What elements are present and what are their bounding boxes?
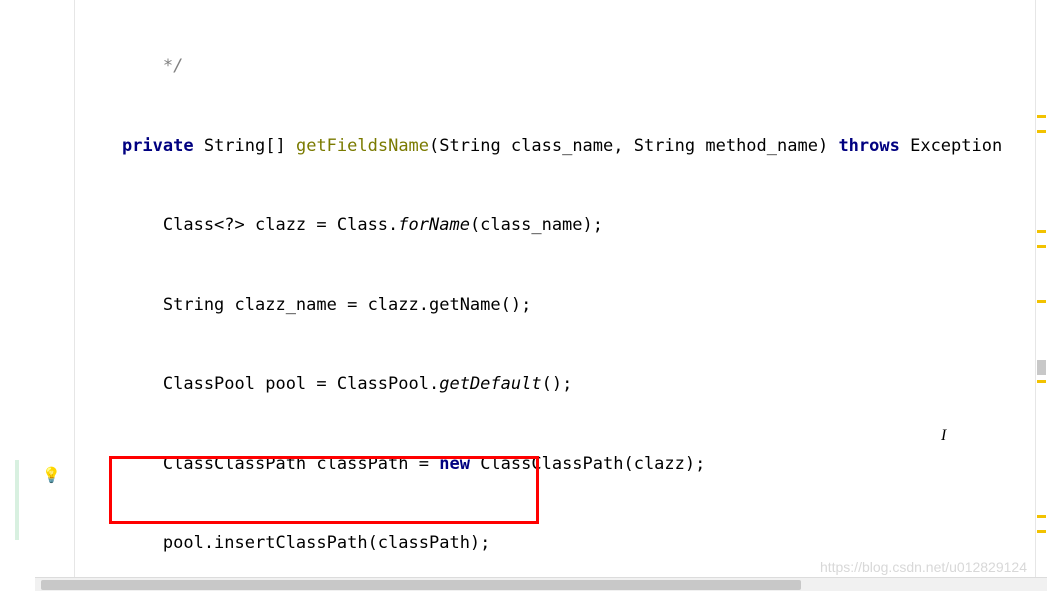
code-text: ClassClassPath classPath = new ClassClas… [81,451,705,478]
warning-marker[interactable] [1037,530,1046,533]
warning-marker[interactable] [1037,380,1046,383]
text-cursor-icon: I [941,427,946,445]
warning-marker[interactable] [1037,230,1046,233]
warning-marker[interactable] [1037,130,1046,133]
code-text: private String[] getFieldsName(String cl… [81,133,1012,160]
horizontal-scrollbar-thumb[interactable] [41,580,801,590]
code-text: Class<?> clazz = Class.forName(class_nam… [81,212,603,239]
error-stripe[interactable] [1035,0,1047,591]
code-text: */ [81,53,183,80]
horizontal-scrollbar[interactable] [35,577,1047,591]
gutter: 💡 [0,0,75,591]
vcs-change-marker[interactable] [15,460,19,540]
code-text: pool.insertClassPath(classPath); [81,530,490,557]
code-text: String clazz_name = clazz.getName(); [81,292,531,319]
warning-marker[interactable] [1037,300,1046,303]
warning-marker[interactable] [1037,115,1046,118]
code-text: ClassPool pool = ClassPool.getDefault(); [81,371,572,398]
caret-marker[interactable] [1037,360,1046,375]
editor-root: 💡 */ private String[] getFieldsName(Stri… [0,0,1047,591]
warning-marker[interactable] [1037,515,1046,518]
code-editor[interactable]: */ private String[] getFieldsName(String… [75,0,1035,591]
intention-bulb-icon[interactable]: 💡 [42,466,58,482]
warning-marker[interactable] [1037,245,1046,248]
